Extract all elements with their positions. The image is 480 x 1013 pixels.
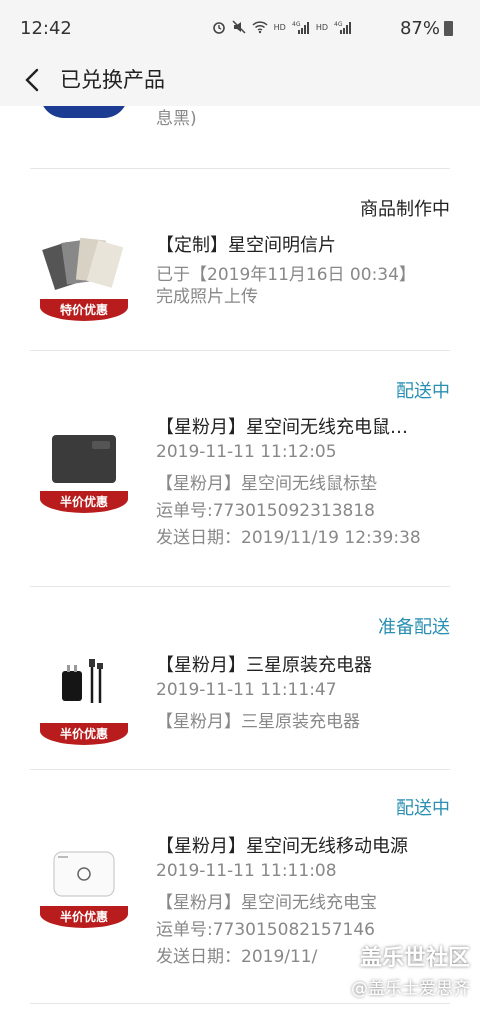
list-item-partial[interactable]: 息黑): [0, 106, 480, 129]
app-bar: 已兑换产品: [0, 56, 480, 106]
wifi-icon: [252, 21, 268, 34]
charger-image-icon: [62, 659, 103, 703]
divider: [30, 1003, 450, 1004]
order-item[interactable]: 配送中 半价优惠 【星粉月】星空间无线充电鼠… 2019-11-11 11:12…: [0, 351, 480, 586]
hd-signal-icon: HD: [273, 22, 286, 32]
order-date: 2019-11-11 11:11:08: [156, 861, 337, 881]
order-status: 配送中: [396, 381, 450, 402]
product-title: 【星粉月】星空间无线充电鼠…: [156, 417, 408, 438]
order-date: 2019-11-11 11:11:47: [156, 680, 337, 700]
order-status: 配送中: [396, 798, 450, 819]
watermark-author: @盖乐士爱思齐: [351, 979, 470, 999]
watermark-logo-text: 盖乐世社区: [359, 946, 470, 971]
order-detail: 【星粉月】星空间无线充电宝: [156, 893, 377, 913]
partial-item-text: 息黑): [156, 109, 197, 129]
product-thumbnail: 半价优惠: [40, 840, 128, 928]
page-title: 已兑换产品: [60, 68, 165, 92]
discount-badge: 半价优惠: [40, 491, 128, 513]
battery-percent: 87%: [399, 18, 440, 39]
mouse-pad-image-icon: [52, 435, 116, 483]
tracking-number: 运单号:773015082157146: [156, 920, 375, 940]
svg-text:4G: 4G: [292, 21, 301, 28]
ship-date: 发送日期：2019/11/: [156, 947, 318, 967]
product-title: 【星粉月】三星原装充电器: [156, 655, 372, 676]
discount-badge: 半价优惠: [40, 723, 128, 745]
status-time: 12:42: [20, 18, 72, 39]
watermark: 盖乐世社区 @盖乐士爱思齐: [351, 940, 470, 999]
product-thumbnail: 半价优惠: [40, 657, 128, 745]
status-icons: HD 4G HD 4G: [212, 20, 352, 34]
tracking-number: 运单号:773015092313818: [156, 501, 375, 521]
mute-icon: [232, 20, 246, 34]
order-detail: 【星粉月】星空间无线鼠标垫: [156, 474, 377, 494]
order-detail: 【星粉月】三星原装充电器: [156, 712, 360, 732]
postcard-image-icon: [42, 237, 124, 290]
order-item[interactable]: 准备配送 半价优惠 【星粉月】三星原装充电器 2019-11-11 11:11:…: [0, 587, 480, 769]
product-thumbnail: 特价优惠: [40, 233, 128, 321]
order-list[interactable]: 息黑) 商品制作中 特价优惠 【定制】星空间明信片 已于【2019年11月16日…: [0, 106, 480, 1013]
svg-text:4G: 4G: [334, 21, 343, 28]
discount-badge: 特价优惠: [40, 299, 128, 321]
back-button[interactable]: [16, 64, 48, 96]
4g-signal-icon: 4G: [292, 21, 309, 34]
power-bank-image-icon: [53, 851, 115, 897]
status-bar: 12:42 HD 4G HD 4G 87%: [0, 0, 480, 56]
ship-date: 发送日期：2019/11/19 12:39:38: [156, 528, 421, 548]
order-item[interactable]: 商品制作中 特价优惠 【定制】星空间明信片 已于【2019年11月16日 00:…: [0, 169, 480, 350]
discount-badge: 半价优惠: [40, 906, 128, 928]
alarm-icon: [212, 22, 225, 34]
product-title: 【星粉月】星空间无线移动电源: [156, 836, 408, 857]
order-date: 2019-11-11 11:12:05: [156, 442, 337, 462]
badge-partial: [40, 106, 128, 118]
hd-signal-icon: HD: [315, 22, 328, 32]
chevron-left-icon: [25, 68, 39, 92]
4g-signal-icon: 4G: [334, 21, 351, 34]
product-title: 【定制】星空间明信片: [156, 235, 336, 256]
product-thumbnail: 半价优惠: [40, 425, 128, 513]
battery-icon: [444, 21, 453, 36]
order-status: 商品制作中: [360, 199, 450, 220]
order-detail: 完成照片上传: [156, 287, 258, 307]
order-status: 准备配送: [378, 617, 450, 638]
